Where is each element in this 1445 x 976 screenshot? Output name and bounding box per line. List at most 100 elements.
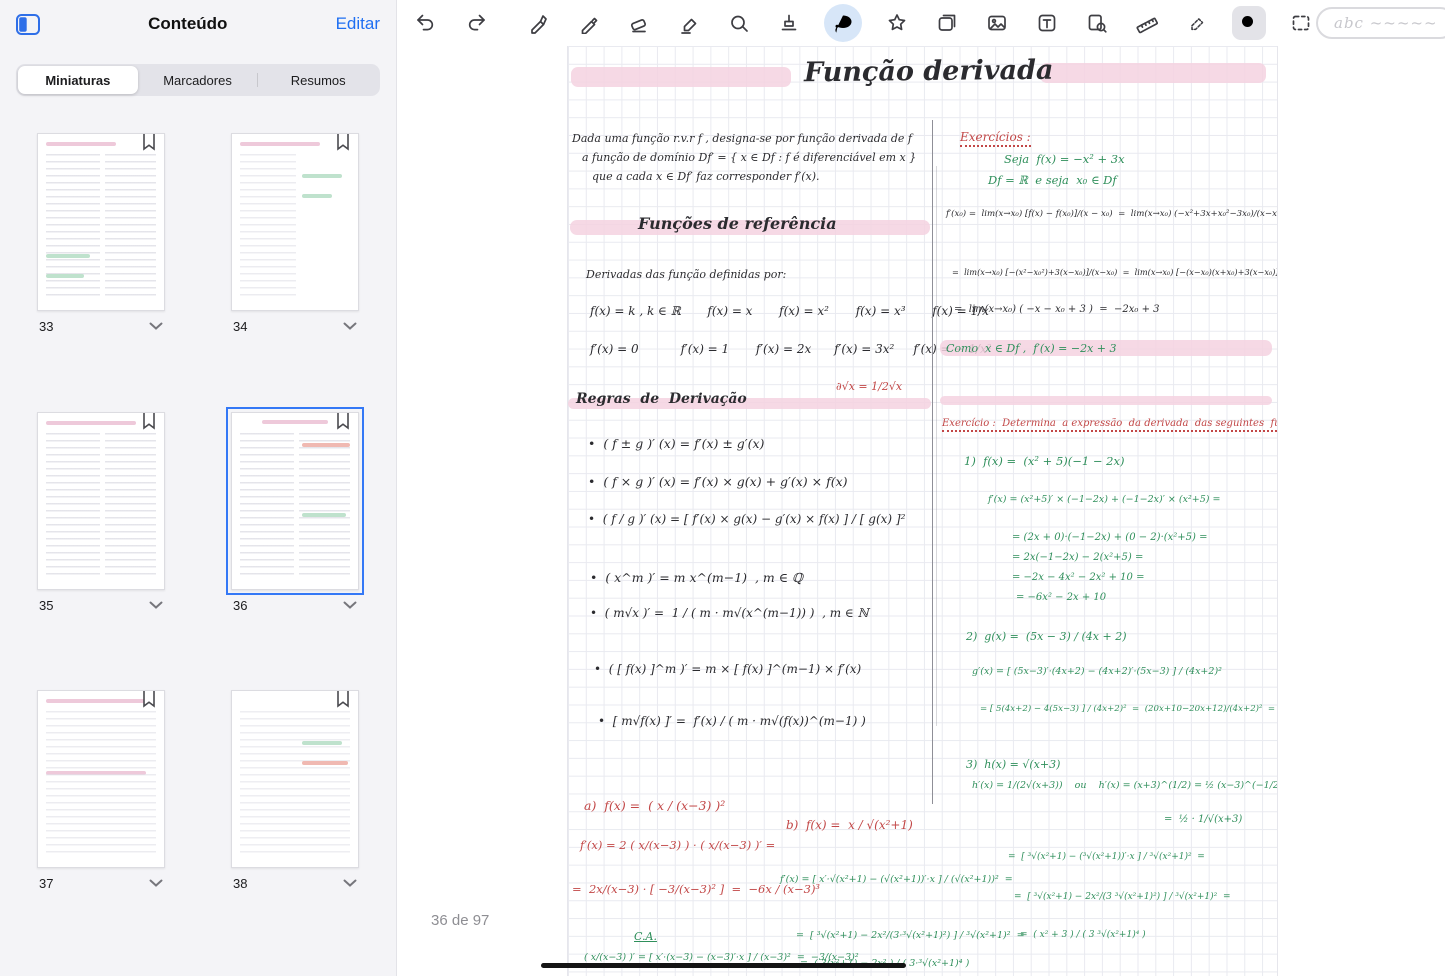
thumb-text-lines (240, 711, 350, 857)
bookmark-icon[interactable] (142, 412, 156, 435)
column-divider (936, 166, 937, 726)
limit-line: = lim(x→x₀) [−(x²−x₀²)+3(x−x₀)]/(x−x₀) =… (952, 267, 1278, 277)
thumb-accent (46, 274, 84, 278)
sticker-tool-icon[interactable] (882, 8, 912, 38)
thumb-column-gap (100, 429, 105, 581)
page-thumbnail-33[interactable] (37, 133, 165, 311)
thumb-text-lines (240, 154, 296, 300)
thumb-highlight (262, 420, 328, 424)
title-highlight-right (1040, 63, 1266, 83)
rule-line: • ( x^m )′ = m x^(m−1) , m ∈ ℚ (590, 570, 803, 585)
thumbnail-wrap-38: 38 (231, 690, 359, 891)
bookmark-icon[interactable] (336, 133, 350, 156)
section-header: Regras de Derivação (576, 391, 747, 407)
ballpoint-pen-icon[interactable] (574, 8, 604, 38)
thumbnail-wrap-36: 36 (231, 412, 359, 613)
chevron-down-icon[interactable] (149, 601, 163, 610)
ex-b-line: f′(x) = [ x′·√(x²+1) − (√(x²+1))′·x ] / … (780, 874, 1013, 885)
shape-tool-icon[interactable] (724, 8, 754, 38)
thumbnail-grid: 33 34 (0, 112, 397, 976)
thumb-highlight (240, 142, 320, 146)
chevron-down-icon[interactable] (343, 879, 357, 888)
rule-line: • ( [ f(x) ]^m )′ = m × [ f(x) ]^(m−1) ×… (594, 662, 861, 676)
chevron-down-icon[interactable] (149, 879, 163, 888)
section-header: Funções de referência (638, 214, 837, 233)
thumb-highlight (46, 421, 136, 425)
bottom-work-line: = [ ³√(x²+1) − (³√(x²+1))′·x ] / ³√(x²+1… (1008, 852, 1205, 862)
thumb-accent (302, 513, 346, 517)
item3-line: h′(x) = 1/(2√(x+3)) ou h′(x) = (x+3)^(1/… (972, 780, 1278, 791)
page-indicator: 36 de 97 (431, 912, 489, 929)
chevron-down-icon[interactable] (149, 322, 163, 331)
chevron-down-icon[interactable] (343, 322, 357, 331)
page-number-36: 36 (233, 598, 247, 613)
page-number-34: 34 (233, 319, 247, 334)
bookmark-icon[interactable] (336, 412, 350, 435)
zoom-tool-icon[interactable] (1232, 6, 1266, 40)
thumbnail-wrap-37: 37 (37, 690, 165, 891)
bookmark-icon[interactable] (142, 133, 156, 156)
sidebar-title: Conteúdo (40, 14, 336, 34)
ex-b-line: b) f(x) = x / √(x²+1) (786, 818, 913, 832)
bookmark-icon[interactable] (336, 690, 350, 713)
sidebar-toggle-icon[interactable] (16, 14, 40, 35)
item2-line: = [ 5(4x+2) − 4(5x−3) ] / (4x+2)² = (20x… (980, 704, 1278, 714)
tab-marcadores[interactable]: Marcadores (138, 66, 258, 94)
element-search-icon[interactable] (1082, 8, 1112, 38)
page-thumbnail-37[interactable] (37, 690, 165, 868)
undo-icon[interactable] (410, 8, 440, 38)
right-line: Df = ℝ e seja x₀ ∈ Df (988, 173, 1117, 187)
thumb-highlight (46, 699, 146, 703)
thumb-column-gap (294, 429, 299, 581)
page-number-37: 37 (39, 876, 53, 891)
limit-line: f′(x₀) = lim(x→x₀) [f(x) − f(x₀)]/(x − x… (946, 209, 1278, 219)
exercise-label: Exercícios : (960, 130, 1031, 147)
edit-button[interactable]: Editar (336, 14, 380, 34)
chevron-down-icon[interactable] (343, 601, 357, 610)
thumb-column-gap (100, 150, 105, 302)
intro-line: que a cada x ∈ Df′ faz corresponder f′(x… (592, 170, 820, 183)
selection-tool-icon[interactable] (1286, 8, 1316, 38)
image-tool-icon[interactable] (982, 8, 1012, 38)
view-segmented-control: Miniaturas Marcadores Resumos (16, 64, 380, 96)
conclusion-line: Como x ∈ Df , f′(x) = −2x + 3 (946, 342, 1117, 355)
toolbar: abc ~~~~~ (398, 0, 1445, 46)
thumb-accent (302, 174, 342, 178)
redo-icon[interactable] (462, 8, 492, 38)
lasso-tool-icon[interactable] (824, 4, 862, 42)
card-tool-icon[interactable] (932, 8, 962, 38)
page-thumbnail-35[interactable] (37, 412, 165, 590)
fountain-pen-icon[interactable] (524, 8, 554, 38)
ex-a-ca: C.A. (634, 930, 657, 943)
item1-line: = −6x² − 2x + 10 (1016, 592, 1106, 603)
page-thumbnail-38[interactable] (231, 690, 359, 868)
thumb-highlight (46, 142, 116, 146)
stamp-tool-icon[interactable] (774, 8, 804, 38)
text-tool-icon[interactable] (1032, 8, 1062, 38)
ex-a-line: f′(x) = 2 ( x/(x−3) ) · ( x/(x−3) )′ = (580, 838, 775, 852)
tab-resumos[interactable]: Resumos (258, 66, 378, 94)
intro-line: a função de domínio Df′ = { x ∈ Df : f é… (582, 151, 916, 164)
section-highlight (940, 396, 1272, 405)
horizontal-scrollbar[interactable] (541, 963, 906, 968)
page-thumbnail-36[interactable] (231, 412, 359, 590)
item1-line: f′(x) = (x²+5)′ × (−1−2x) + (−1−2x)′ × (… (988, 494, 1220, 505)
item3-line: 3) h(x) = √(x+3) (966, 758, 1060, 771)
note-page[interactable]: Função derivada Dada uma função r.v.r f … (567, 46, 1278, 976)
thumbnail-wrap-34: 34 (231, 133, 359, 334)
thumb-text-lines (46, 711, 156, 857)
limit-line: = lim(x→x₀) ( −x − x₀ + 3 ) = −2x₀ + 3 (954, 304, 1160, 315)
ruler-icon[interactable] (1132, 8, 1162, 38)
highlighter-icon[interactable] (674, 8, 704, 38)
ref-intro: Derivadas das função definidas por: (586, 268, 786, 281)
item2-line: g′(x) = [ (5x−3)′·(4x+2) − (4x+2)′·(5x−3… (972, 666, 1222, 677)
title-highlight-left (571, 67, 791, 87)
bookmark-icon[interactable] (142, 690, 156, 713)
eraser-icon[interactable] (624, 8, 654, 38)
item2-line: 2) g(x) = (5x − 3) / (4x + 2) (966, 630, 1127, 643)
tape-icon[interactable] (1182, 8, 1212, 38)
page-thumbnail-34[interactable] (231, 133, 359, 311)
thumb-accent (302, 443, 350, 447)
handwriting-recognition-pill[interactable]: abc ~~~~~ (1316, 7, 1445, 39)
tab-miniaturas[interactable]: Miniaturas (18, 66, 138, 94)
